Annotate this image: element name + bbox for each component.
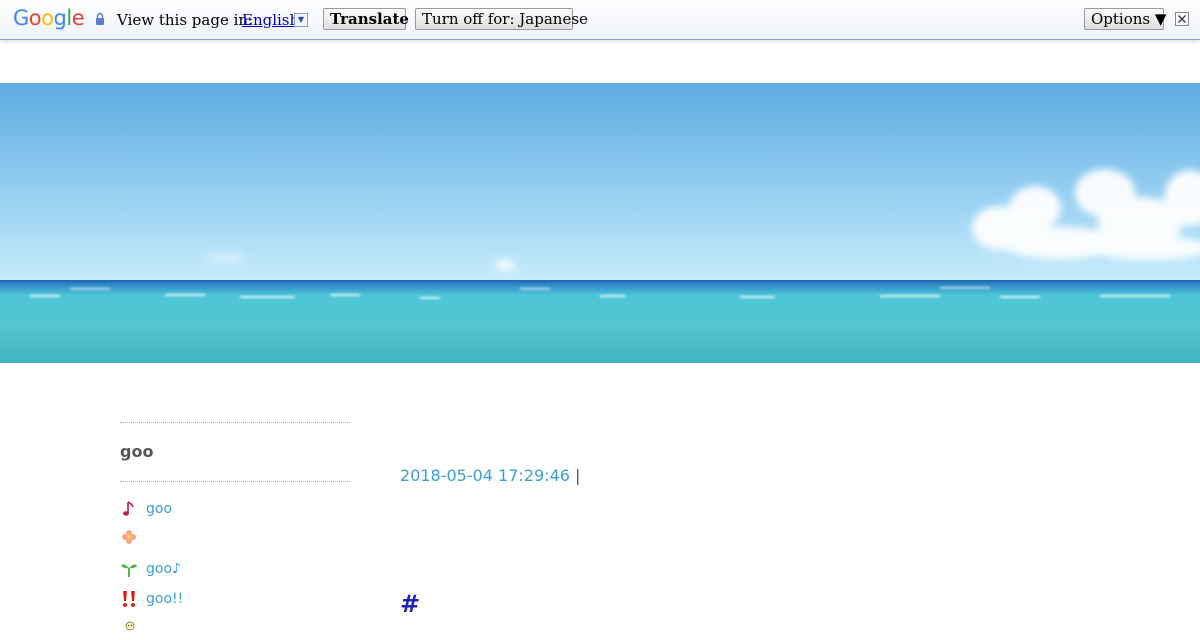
sprout-icon (120, 560, 138, 578)
post-date-link[interactable]: 2018-05-04 17:29:46 (400, 466, 570, 485)
music-note-icon (120, 500, 138, 518)
sidebar: goo goo goo♪ goo!! (120, 422, 350, 631)
post-meta: 2018-05-04 17:29:46 | (400, 466, 580, 485)
logo-letter: e (71, 6, 85, 30)
double-exclamation-icon (120, 590, 138, 608)
view-page-label: View this page in: (117, 11, 254, 29)
close-icon[interactable] (1175, 12, 1189, 26)
sidebar-item-label: goo♪ (146, 561, 181, 577)
meta-separator: | (575, 466, 581, 485)
small-face-icon (120, 618, 138, 636)
hashtag-link[interactable]: # (400, 590, 420, 618)
sidebar-title: goo (120, 442, 154, 461)
translate-button[interactable]: Translate (323, 8, 409, 30)
flower-icon (120, 528, 138, 546)
logo-letter: o (28, 6, 42, 30)
sidebar-item-label: goo!! (146, 591, 184, 607)
sidebar-item-label: goo (146, 501, 173, 517)
logo-letter: g (53, 6, 67, 30)
lock-icon (95, 12, 105, 26)
logo-letter: o (41, 6, 54, 30)
chevron-down-icon[interactable]: ▼ (294, 13, 308, 27)
google-logo: Google (13, 6, 85, 30)
language-select-link[interactable]: English (242, 11, 299, 29)
translate-bar: Google View this page in: English ▼ Tran… (0, 0, 1200, 40)
divider (120, 481, 350, 482)
options-button[interactable]: Options ▼ (1084, 8, 1166, 30)
header-banner-image (0, 83, 1200, 363)
turn-off-button[interactable]: Turn off for: Japanese (415, 8, 588, 30)
logo-letter: G (13, 6, 29, 30)
